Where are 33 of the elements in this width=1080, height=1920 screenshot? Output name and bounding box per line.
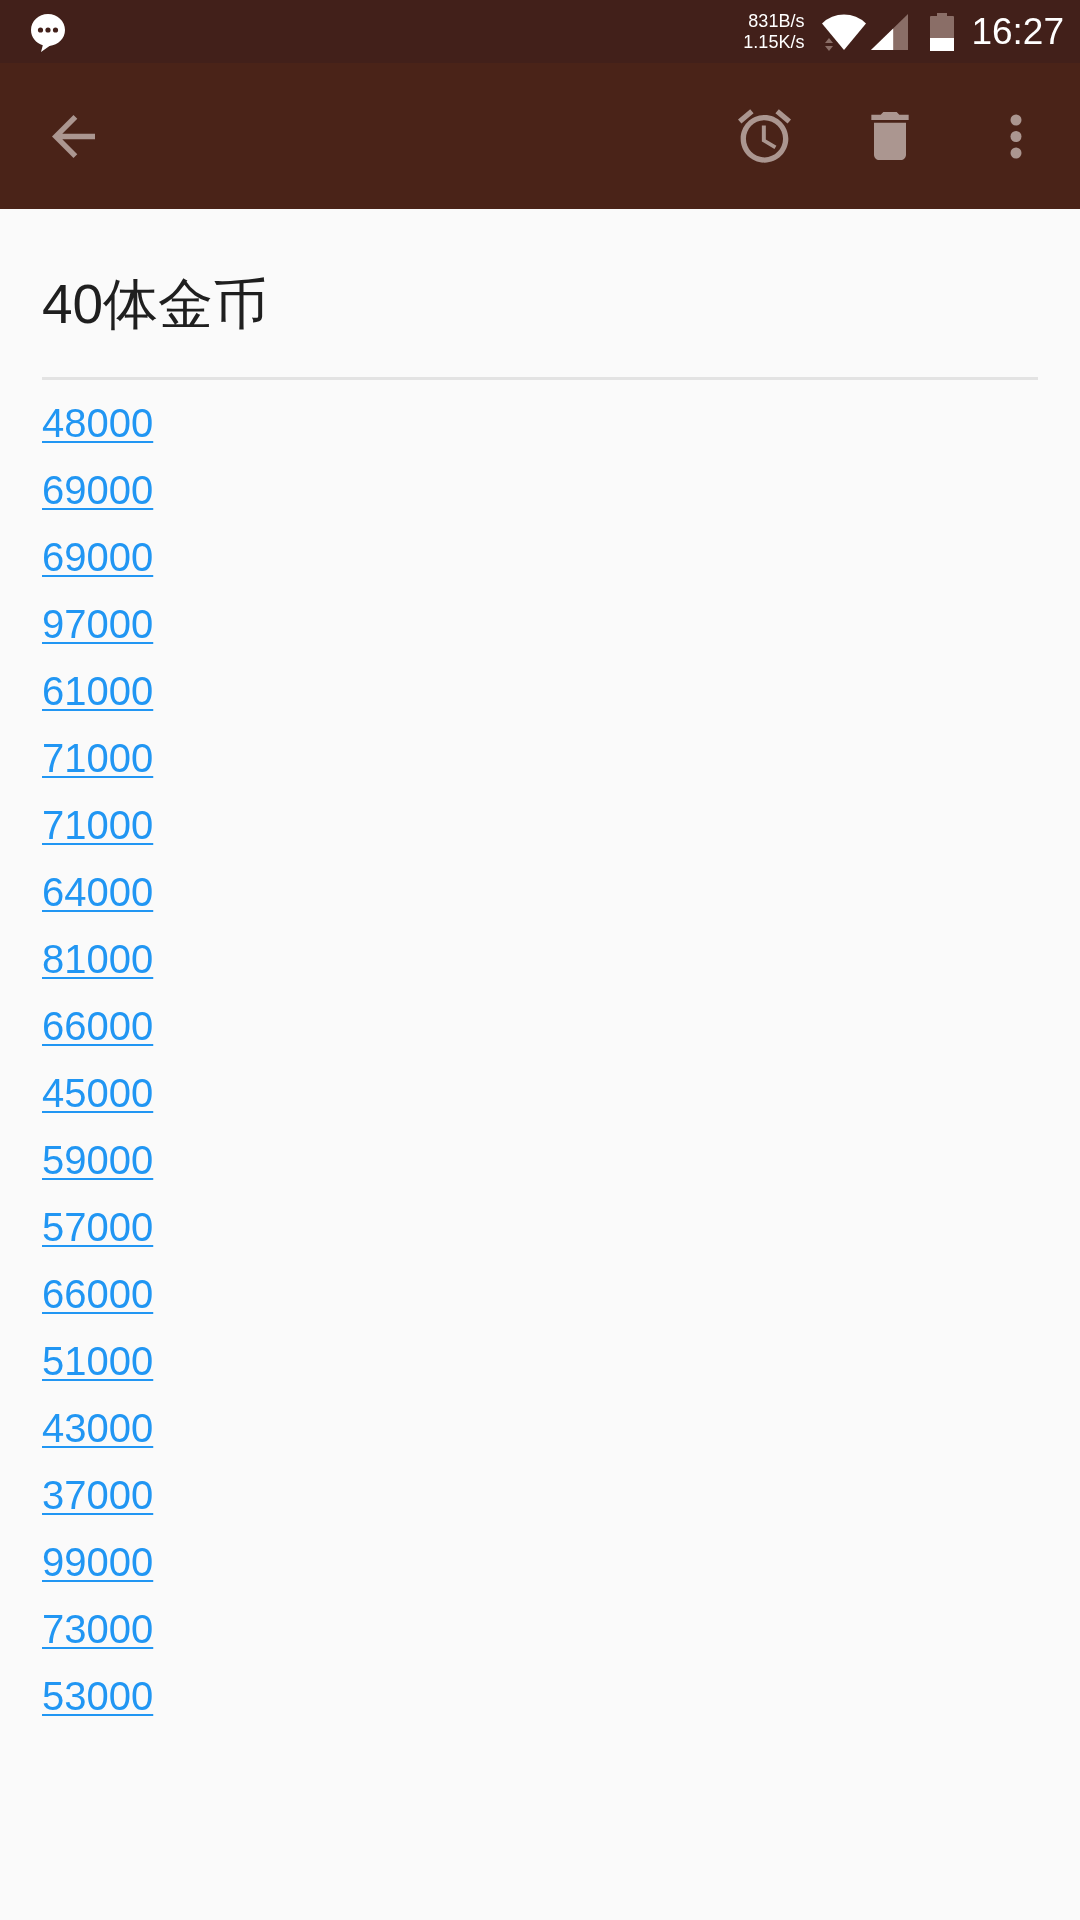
number-link[interactable]: 59000: [42, 1138, 154, 1182]
signal-icon: [871, 13, 909, 50]
network-speed-text: 831B/s: [748, 10, 805, 32]
more-options-icon[interactable]: [1009, 113, 1023, 159]
number-link[interactable]: 37000: [42, 1473, 154, 1517]
number-link[interactable]: 69000: [42, 468, 154, 512]
clock-time: 16:27: [971, 9, 1064, 54]
number-link[interactable]: 81000: [42, 937, 154, 981]
alarm-clock-icon[interactable]: [738, 109, 791, 163]
number-link[interactable]: 73000: [42, 1607, 154, 1651]
data-activity-icon: [824, 37, 835, 51]
number-link[interactable]: 51000: [42, 1339, 154, 1383]
number-link[interactable]: 57000: [42, 1205, 154, 1249]
number-link[interactable]: 61000: [42, 669, 154, 713]
number-link[interactable]: 99000: [42, 1540, 154, 1584]
battery-icon: [930, 12, 955, 51]
number-link[interactable]: 71000: [42, 803, 154, 847]
number-link[interactable]: 48000: [42, 401, 154, 445]
number-link[interactable]: 66000: [42, 1004, 154, 1048]
number-link[interactable]: 69000: [42, 535, 154, 579]
trash-icon[interactable]: [871, 112, 909, 160]
number-link[interactable]: 45000: [42, 1071, 154, 1115]
number-link[interactable]: 71000: [42, 736, 154, 780]
number-link[interactable]: 66000: [42, 1272, 154, 1316]
number-link[interactable]: 43000: [42, 1406, 154, 1450]
back-arrow-icon[interactable]: [52, 114, 95, 158]
note-title: 40体金币: [42, 273, 269, 335]
number-link[interactable]: 64000: [42, 870, 154, 914]
number-link[interactable]: 97000: [42, 602, 154, 646]
network-speed-text: 1.15K/s: [743, 31, 805, 53]
wifi-icon: [822, 13, 867, 50]
chat-bubble-icon: [31, 13, 65, 52]
number-link[interactable]: 53000: [42, 1674, 154, 1718]
